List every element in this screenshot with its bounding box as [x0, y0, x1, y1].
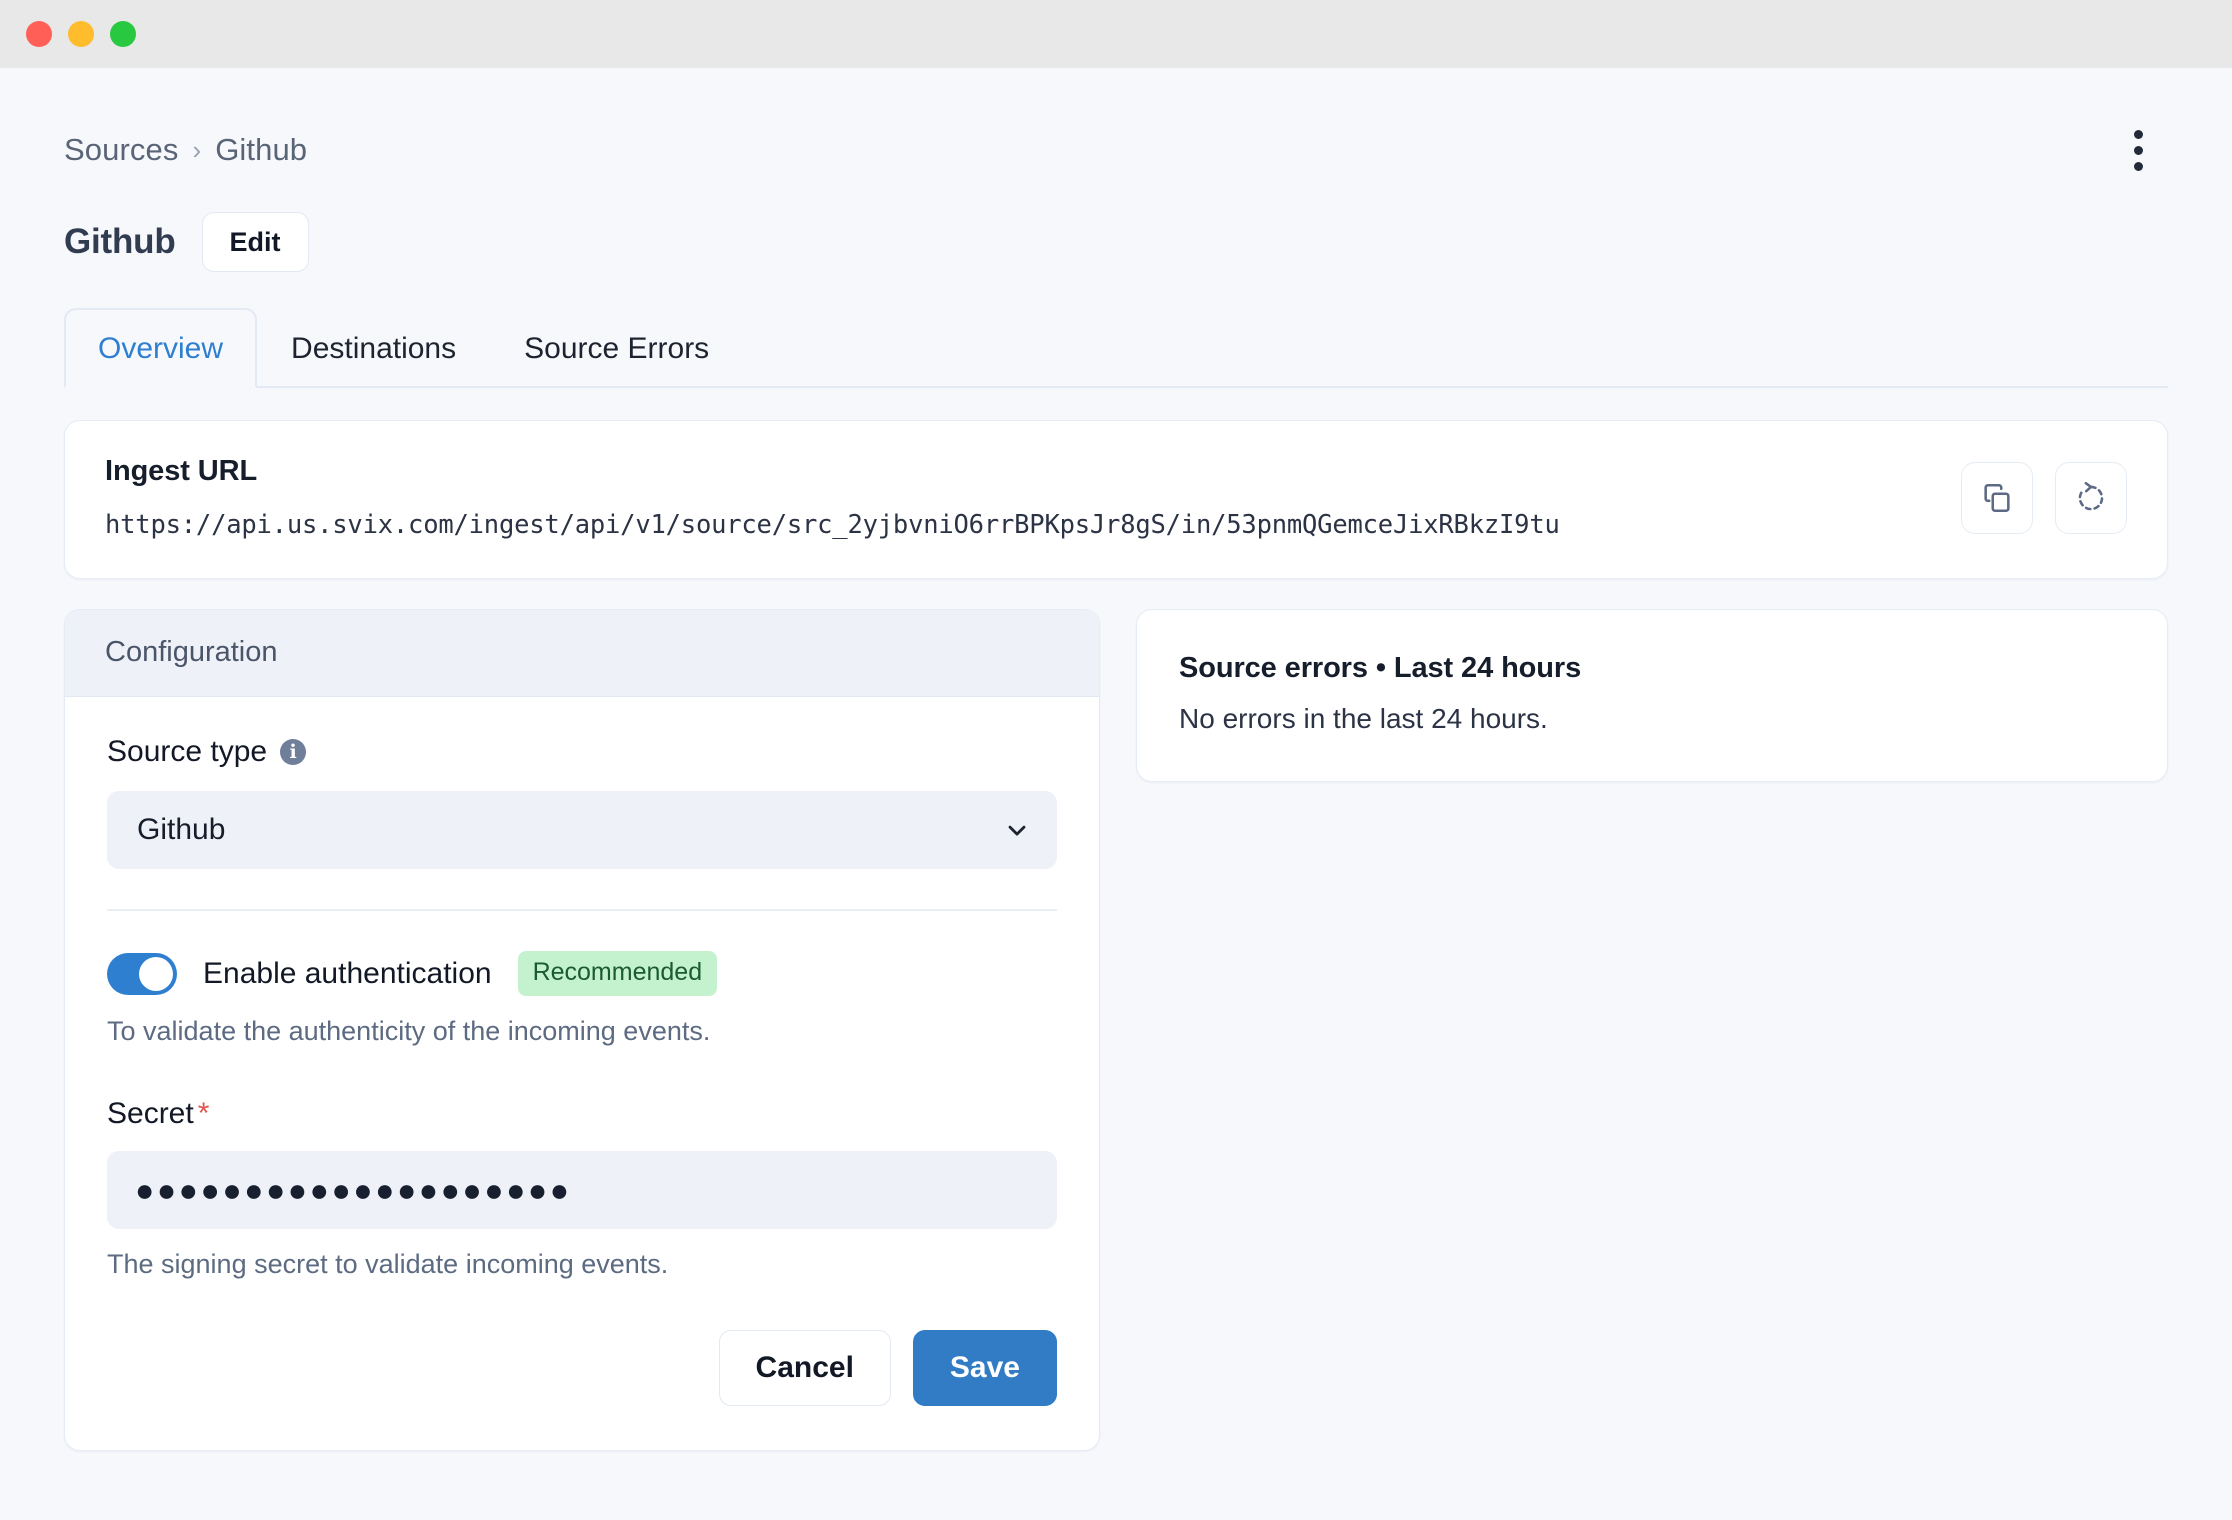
source-type-label-row: Source type i	[107, 735, 1057, 769]
enable-authentication-row: Enable authentication Recommended	[107, 951, 1057, 996]
breadcrumb-sources-link[interactable]: Sources	[64, 132, 178, 168]
ingest-url-actions	[1961, 462, 2127, 534]
app-window: Sources › Github Github Edit Overview De…	[0, 0, 2232, 1520]
secret-input[interactable]: ●●●●●●●●●●●●●●●●●●●●	[107, 1151, 1057, 1229]
source-type-select[interactable]: Github	[107, 791, 1057, 869]
configuration-column: Configuration Source type i Github	[64, 609, 1100, 1451]
enable-authentication-label: Enable authentication	[203, 957, 492, 991]
kebab-dot	[2134, 146, 2143, 155]
ingest-url-card: Ingest URL https://api.us.svix.com/inges…	[64, 420, 2168, 579]
source-type-selected-value: Github	[137, 813, 225, 847]
page-header: Github Edit	[64, 212, 2168, 272]
kebab-menu-icon[interactable]	[2114, 126, 2162, 174]
edit-button[interactable]: Edit	[202, 212, 309, 272]
cancel-button[interactable]: Cancel	[719, 1330, 891, 1406]
recommended-badge: Recommended	[518, 951, 718, 996]
info-icon[interactable]: i	[280, 739, 306, 765]
secret-label: Secret*	[107, 1097, 1057, 1131]
configuration-panel: Configuration Source type i Github	[64, 609, 1100, 1451]
window-close-button[interactable]	[26, 21, 52, 47]
source-errors-card: Source errors • Last 24 hours No errors …	[1136, 609, 2168, 782]
page-content: Sources › Github Github Edit Overview De…	[0, 68, 2232, 1520]
form-actions: Cancel Save	[107, 1330, 1057, 1406]
source-errors-body: No errors in the last 24 hours.	[1179, 703, 2125, 735]
configuration-panel-body: Source type i Github	[65, 697, 1099, 1450]
tab-destinations[interactable]: Destinations	[257, 308, 490, 389]
copy-icon	[1980, 481, 2014, 515]
save-button[interactable]: Save	[913, 1330, 1057, 1406]
breadcrumb-current: Github	[215, 132, 307, 168]
source-errors-title: Source errors • Last 24 hours	[1179, 652, 2125, 685]
configuration-divider	[107, 909, 1057, 911]
page-title: Github	[64, 222, 176, 262]
configuration-panel-header: Configuration	[65, 610, 1099, 697]
rotate-secret-icon	[2074, 481, 2108, 515]
breadcrumb-separator-icon: ›	[192, 135, 201, 166]
tab-overview[interactable]: Overview	[64, 308, 257, 389]
copy-ingest-url-button[interactable]	[1961, 462, 2033, 534]
kebab-dot	[2134, 130, 2143, 139]
toggle-knob	[139, 957, 173, 991]
enable-authentication-toggle[interactable]	[107, 953, 177, 995]
ingest-url-value[interactable]: https://api.us.svix.com/ingest/api/v1/so…	[105, 510, 1560, 540]
window-titlebar	[0, 0, 2232, 68]
window-maximize-button[interactable]	[110, 21, 136, 47]
source-type-label: Source type	[107, 735, 267, 769]
tab-bar: Overview Destinations Source Errors	[64, 308, 2168, 388]
window-minimize-button[interactable]	[68, 21, 94, 47]
required-marker: *	[198, 1097, 210, 1130]
rotate-ingest-url-button[interactable]	[2055, 462, 2127, 534]
secret-help: The signing secret to validate incoming …	[107, 1249, 1057, 1280]
kebab-dot	[2134, 162, 2143, 171]
breadcrumb: Sources › Github	[64, 132, 307, 168]
ingest-url-label: Ingest URL	[105, 455, 1560, 488]
source-errors-column: Source errors • Last 24 hours No errors …	[1136, 609, 2168, 782]
tab-source-errors[interactable]: Source Errors	[490, 308, 743, 389]
chevron-down-icon	[1003, 816, 1031, 844]
enable-authentication-help: To validate the authenticity of the inco…	[107, 1016, 1057, 1047]
secret-label-text: Secret	[107, 1097, 194, 1130]
ingest-url-content: Ingest URL https://api.us.svix.com/inges…	[105, 455, 1560, 540]
content-columns: Configuration Source type i Github	[64, 609, 2168, 1451]
top-bar: Sources › Github	[64, 68, 2168, 174]
